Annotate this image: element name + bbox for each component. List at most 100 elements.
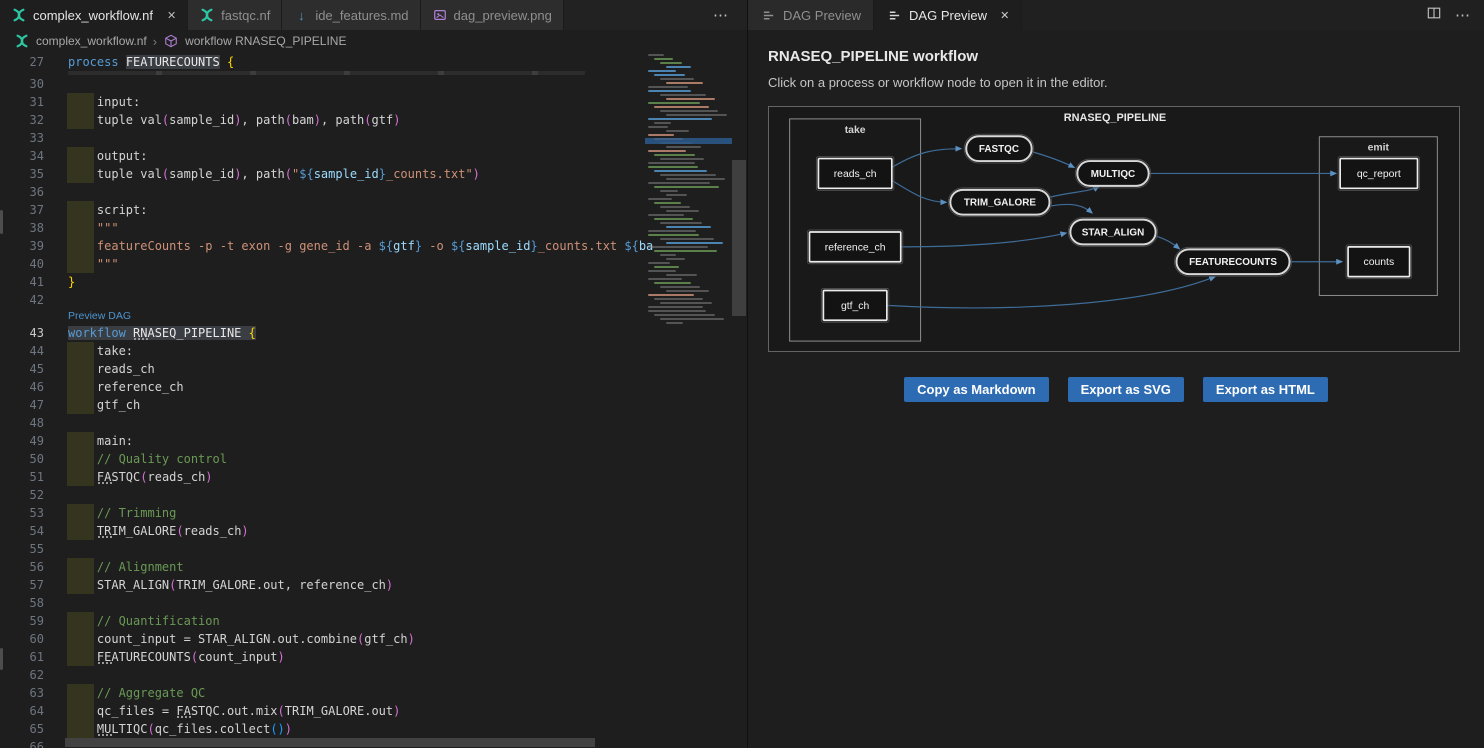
close-icon[interactable]: ✕ — [1000, 9, 1009, 22]
code-line[interactable]: 43workflow RNASEQ_PIPELINE { — [0, 324, 645, 342]
tab-dag-preview-active[interactable]: DAG Preview ✕ — [874, 0, 1022, 30]
line-number: 57 — [0, 576, 44, 594]
dag-node-reference_ch[interactable]: reference_ch — [808, 230, 903, 264]
code-token: FEATURECOUNTS — [126, 55, 220, 69]
breadcrumb-file[interactable]: complex_workflow.nf — [36, 34, 147, 48]
code-line[interactable]: 52 — [0, 486, 645, 504]
code-token: ) — [473, 167, 480, 181]
code-line[interactable]: 53 // Trimming — [0, 504, 645, 522]
code-line[interactable]: 40 """ — [0, 255, 645, 273]
more-actions-icon[interactable]: ⋯ — [1455, 6, 1470, 24]
tab-dag-preview-png[interactable]: dag_preview.png — [421, 0, 564, 30]
tab-fastqc[interactable]: fastqc.nf — [188, 0, 282, 30]
dag-node-gtf_ch[interactable]: gtf_ch — [821, 289, 888, 323]
dag-node-FASTQC[interactable]: FASTQC — [964, 134, 1033, 163]
code-line[interactable]: 31 input: — [0, 93, 645, 111]
code-line[interactable]: 44 take: — [0, 342, 645, 360]
line-number: 39 — [0, 237, 44, 255]
dag-node-TRIM_GALORE[interactable]: TRIM_GALORE — [948, 188, 1051, 217]
code-line[interactable]: 59 // Quantification — [0, 612, 645, 630]
minimap-line — [648, 150, 686, 152]
code-token — [220, 55, 227, 69]
code-token: ${ — [451, 239, 465, 253]
code-line[interactable]: 36 — [0, 183, 645, 201]
code-line[interactable]: 50 // Quality control — [0, 450, 645, 468]
horizontal-scrollbar[interactable] — [0, 738, 733, 748]
code-line[interactable]: 34 output: — [0, 147, 645, 165]
export-button-row: Copy as Markdown Export as SVG Export as… — [768, 377, 1464, 402]
tab-complex-workflow[interactable]: complex_workflow.nf ✕ — [0, 0, 188, 30]
tab-ide-features[interactable]: ↓ ide_features.md — [282, 0, 420, 30]
code-line[interactable]: 27process FEATURECOUNTS { — [0, 53, 645, 71]
dag-node-MULTIQC[interactable]: MULTIQC — [1075, 159, 1150, 188]
dag-title: RNASEQ_PIPELINE — [1064, 112, 1166, 124]
code-token: ${ — [299, 167, 313, 181]
line-number: 33 — [0, 129, 44, 147]
code-line[interactable]: 32 tuple val(sample_id), path(bam), path… — [0, 111, 645, 129]
dag-node-reads_ch[interactable]: reads_ch — [816, 157, 893, 191]
export-as-svg-button[interactable]: Export as SVG — [1068, 377, 1184, 402]
code-line[interactable]: 49 main: — [0, 432, 645, 450]
code-token: MULTIQC — [97, 722, 148, 736]
code-line[interactable]: 41} — [0, 273, 645, 291]
code-line[interactable]: 62 — [0, 666, 645, 684]
code-token: workflow — [68, 326, 126, 340]
split-editor-icon[interactable] — [1427, 6, 1441, 25]
dag-node-counts[interactable]: counts — [1346, 245, 1411, 279]
code-line[interactable]: 57 STAR_ALIGN(TRIM_GALORE.out, reference… — [0, 576, 645, 594]
code-line[interactable]: 61 FEATURECOUNTS(count_input) — [0, 648, 645, 666]
code-line[interactable]: 45 reads_ch — [0, 360, 645, 378]
code-editor[interactable]: 27process FEATURECOUNTS { 3031 input:32 t… — [0, 52, 747, 748]
minimap-line — [666, 322, 683, 324]
minimap-line — [654, 282, 691, 284]
minimap-line — [648, 234, 699, 236]
dag-node-STAR_ALIGN[interactable]: STAR_ALIGN — [1068, 218, 1157, 247]
code-line[interactable]: 51 FASTQC(reads_ch) — [0, 468, 645, 486]
code-line[interactable]: 58 — [0, 594, 645, 612]
gutter-decoration — [0, 210, 3, 234]
minimap-line — [648, 118, 712, 120]
code-line[interactable]: 47 gtf_ch — [0, 396, 645, 414]
copy-as-markdown-button[interactable]: Copy as Markdown — [904, 377, 1048, 402]
dag-preview-panel: DAG Preview DAG Preview ✕ ⋯ RNASEQ_PIPEL… — [747, 0, 1484, 748]
code-line[interactable]: 65 MULTIQC(qc_files.collect()) — [0, 720, 645, 738]
code-line[interactable]: 42 — [0, 291, 645, 309]
vertical-scrollbar[interactable] — [732, 52, 746, 748]
line-number: 30 — [0, 75, 44, 93]
minimap-line — [666, 242, 723, 244]
export-as-html-button[interactable]: Export as HTML — [1203, 377, 1328, 402]
code-line[interactable]: 46 reference_ch — [0, 378, 645, 396]
dag-node-FEATURECOUNTS[interactable]: FEATURECOUNTS — [1175, 247, 1292, 276]
code-line[interactable]: 33 — [0, 129, 645, 147]
code-line[interactable]: 30 — [0, 75, 645, 93]
more-actions-icon[interactable]: ⋯ — [713, 0, 729, 30]
indent-highlight — [67, 522, 94, 540]
code-line[interactable]: 39 featureCounts -p -t exon -g gene_id -… — [0, 237, 645, 255]
code-lines: 27process FEATURECOUNTS { 3031 input:32 t… — [0, 53, 645, 748]
codelens-preview-dag[interactable]: Preview DAG — [0, 309, 645, 324]
code-line[interactable]: 56 // Alignment — [0, 558, 645, 576]
code-line[interactable]: 37 script: — [0, 201, 645, 219]
code-token — [119, 55, 126, 69]
dag-node-label: FEATURECOUNTS — [1189, 257, 1277, 268]
code-line[interactable]: 54 TRIM_GALORE(reads_ch) — [0, 522, 645, 540]
close-icon[interactable]: ✕ — [167, 9, 176, 22]
dag-node-qc_report[interactable]: qc_report — [1338, 157, 1419, 191]
line-number: 44 — [0, 342, 44, 360]
line-number: 31 — [0, 93, 44, 111]
image-icon — [432, 7, 448, 23]
minimap[interactable] — [645, 52, 732, 748]
dag-cluster-label: take — [845, 125, 866, 136]
minimap-line — [666, 194, 687, 196]
code-line[interactable]: 48 — [0, 414, 645, 432]
tab-dag-preview-inactive[interactable]: DAG Preview — [748, 0, 874, 30]
breadcrumb-symbol[interactable]: workflow RNASEQ_PIPELINE — [185, 34, 346, 48]
code-line[interactable]: 38 """ — [0, 219, 645, 237]
code-line[interactable]: 60 count_input = STAR_ALIGN.out.combine(… — [0, 630, 645, 648]
code-line[interactable]: 64 qc_files = FASTQC.out.mix(TRIM_GALORE… — [0, 702, 645, 720]
code-line[interactable]: 35 tuple val(sample_id), path("${sample_… — [0, 165, 645, 183]
code-line[interactable]: 55 — [0, 540, 645, 558]
tab-label: dag_preview.png — [454, 8, 552, 23]
code-line[interactable]: 63 // Aggregate QC — [0, 684, 645, 702]
line-number: 61 — [0, 648, 44, 666]
